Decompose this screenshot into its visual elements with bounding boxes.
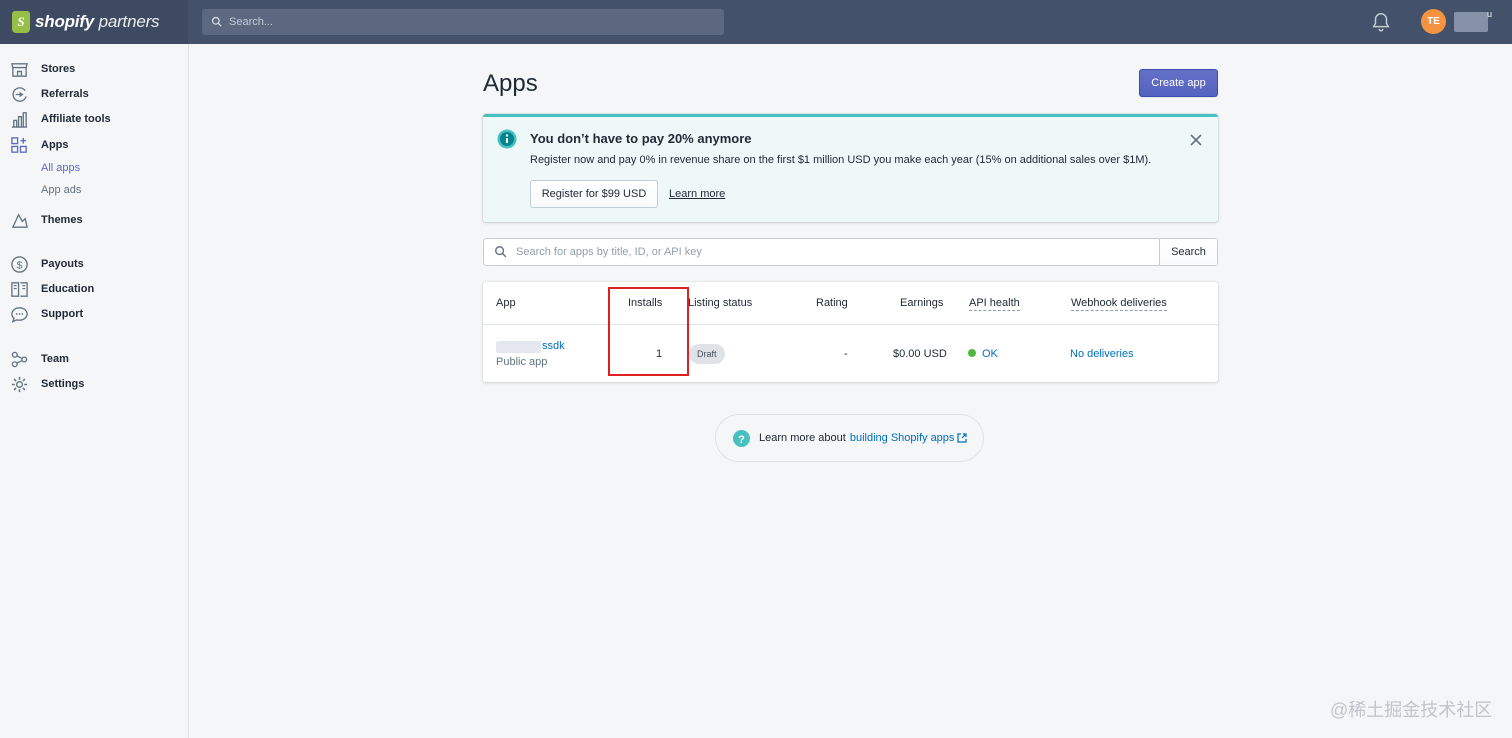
learn-more-link[interactable]: Learn more: [669, 188, 725, 200]
footer-help: ? Learn more about building Shopify apps: [715, 414, 984, 462]
column-header-app: App: [496, 297, 516, 309]
sidebar-item-referrals[interactable]: Referrals: [10, 83, 89, 105]
payouts-icon: $: [11, 255, 28, 273]
search-icon: [495, 246, 507, 258]
watermark: @稀土掘金技术社区: [1330, 700, 1493, 720]
banner-text: Register now and pay 0% in revenue share…: [530, 154, 1152, 166]
sidebar-item-payouts[interactable]: $ Payouts: [10, 253, 84, 275]
sidebar-item-themes[interactable]: Themes: [10, 209, 83, 231]
shopify-partners-logo[interactable]: S shopify partners: [0, 0, 188, 44]
info-icon: [497, 129, 517, 149]
column-header-listing-status: Listing status: [688, 297, 753, 309]
team-icon: [11, 351, 28, 367]
close-icon[interactable]: [1189, 133, 1203, 147]
sidebar-item-settings[interactable]: Settings: [10, 373, 84, 395]
sidebar-item-label: Stores: [41, 63, 76, 75]
global-search[interactable]: [202, 9, 724, 35]
sidebar-item-team[interactable]: Team: [10, 348, 69, 370]
api-health-status-dot: [968, 349, 976, 357]
avatar[interactable]: TE: [1421, 9, 1446, 34]
app-search-input[interactable]: [516, 239, 1159, 265]
revenue-share-banner: You don’t have to pay 20% anymore Regist…: [483, 114, 1218, 222]
sidebar-item-label: Payouts: [41, 258, 84, 270]
sidebar-item-support[interactable]: Support: [10, 303, 83, 325]
footer-text: Learn more about: [759, 432, 846, 444]
apps-table: App Installs Listing status Rating Earni…: [483, 282, 1218, 382]
sidebar-subitem-app-ads[interactable]: App ads: [41, 184, 81, 196]
external-link-icon: [957, 433, 968, 443]
app-type: Public app: [496, 356, 548, 368]
help-question-icon: ?: [733, 429, 750, 447]
building-apps-link[interactable]: building Shopify apps: [850, 432, 955, 444]
logo-text: shopify partners: [35, 12, 160, 31]
sidebar-subitem-all-apps[interactable]: All apps: [41, 162, 80, 174]
webhook-deliveries-link[interactable]: No deliveries: [1070, 348, 1134, 360]
earnings-value: $0.00 USD: [893, 348, 947, 360]
svg-text:$: $: [17, 260, 23, 271]
sidebar-item-label: Affiliate tools: [41, 113, 111, 125]
gear-icon: [11, 376, 28, 392]
search-icon: [211, 16, 222, 27]
app-search-bar: Search: [483, 238, 1218, 266]
account-name-suffix: u: [1487, 9, 1493, 19]
column-header-installs: Installs: [628, 297, 663, 309]
affiliate-tools-icon: [11, 111, 28, 128]
register-button[interactable]: Register for $99 USD: [530, 180, 658, 208]
store-icon: [11, 62, 28, 77]
api-health-value[interactable]: OK: [982, 348, 998, 360]
sidebar-item-label: Apps: [41, 139, 69, 151]
app-search-button[interactable]: Search: [1159, 239, 1217, 265]
app-name-link[interactable]: ssdk: [542, 340, 565, 352]
listing-status-badge: Draft: [689, 344, 725, 364]
top-bar: S shopify partners TE u: [0, 0, 1512, 44]
rating-value: -: [844, 348, 848, 360]
apps-icon: [11, 136, 27, 153]
installs-value: 1: [656, 348, 663, 360]
global-search-input[interactable]: [229, 16, 709, 28]
education-icon: [11, 281, 28, 297]
page-title: Apps: [483, 70, 538, 97]
sidebar: Stores Referrals Affiliate tools Apps Al…: [0, 44, 189, 738]
notifications-bell-icon[interactable]: [1370, 11, 1392, 33]
svg-text:?: ?: [738, 433, 745, 445]
column-header-webhook-deliveries[interactable]: Webhook deliveries: [1071, 297, 1167, 311]
referrals-icon: [12, 86, 27, 102]
sidebar-item-label: Education: [41, 283, 95, 295]
sidebar-item-affiliate-tools[interactable]: Affiliate tools: [10, 108, 111, 130]
sidebar-item-stores[interactable]: Stores: [10, 58, 75, 80]
sidebar-item-label: Themes: [41, 214, 83, 226]
support-icon: [11, 306, 28, 323]
create-app-button[interactable]: Create app: [1139, 69, 1218, 97]
sidebar-item-label: Support: [41, 308, 84, 320]
banner-title: You don’t have to pay 20% anymore: [530, 131, 752, 146]
sidebar-item-apps[interactable]: Apps: [10, 134, 69, 156]
divider: [483, 324, 1218, 325]
themes-icon: [11, 212, 28, 228]
sidebar-item-label: Settings: [41, 378, 85, 390]
sidebar-item-education[interactable]: Education: [10, 278, 94, 300]
shopify-bag-icon: S: [12, 11, 30, 33]
sidebar-item-label: Team: [41, 353, 69, 365]
column-header-rating: Rating: [816, 297, 848, 309]
column-header-earnings: Earnings: [900, 297, 944, 309]
app-name-redacted: [496, 341, 541, 353]
sidebar-item-label: Referrals: [41, 88, 89, 100]
column-header-api-health[interactable]: API health: [969, 297, 1020, 311]
account-name-redacted: [1454, 12, 1488, 32]
